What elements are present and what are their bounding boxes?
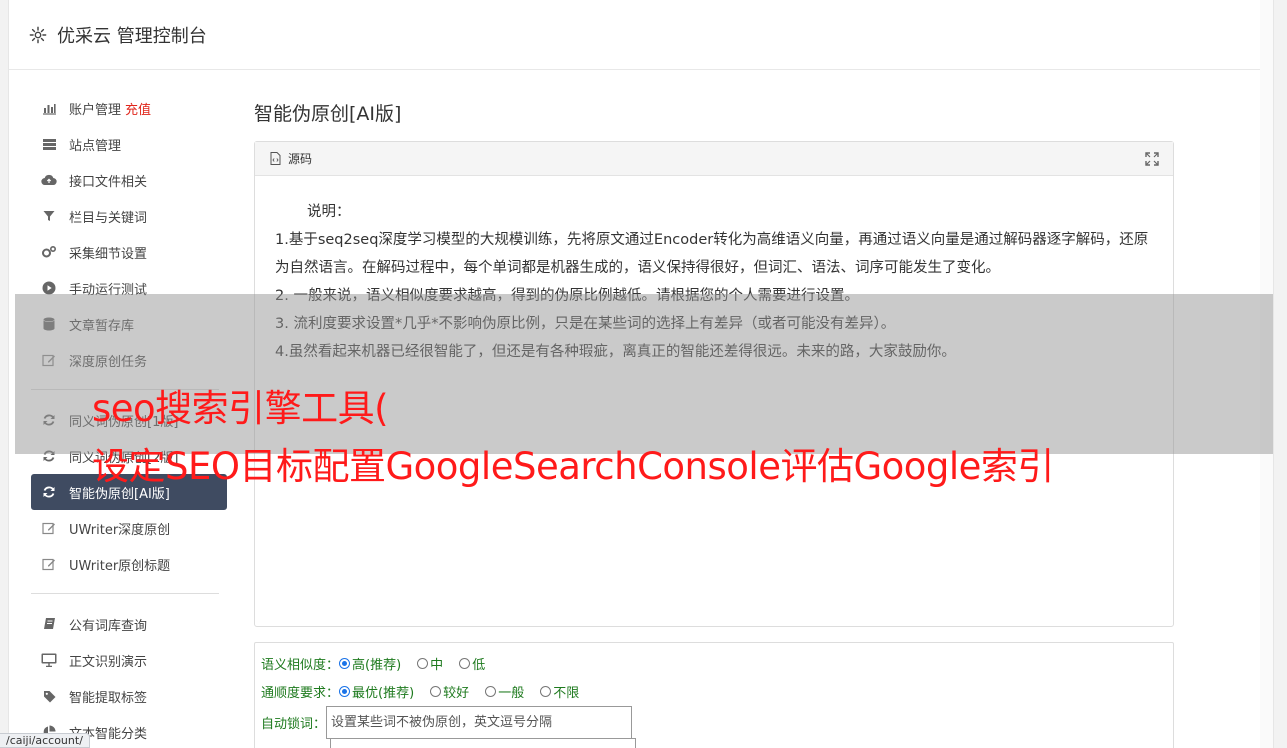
panel-title: 源码: [288, 152, 313, 166]
radio-label: 一般: [498, 685, 525, 701]
edit-icon: [41, 520, 57, 536]
sidebar-item-label: 公有词库查询: [69, 618, 148, 634]
radio-dot: [339, 685, 351, 697]
similarity-row: 语义相似度： 高(推荐) 中 低: [261, 649, 1167, 677]
headline-line-2: 设定SEO目标配置GoogleSearchConsole评估Google索引: [92, 445, 1054, 488]
radio-dot: [459, 657, 471, 669]
radio-label: 不限: [553, 685, 580, 701]
file-code-icon: [270, 152, 281, 165]
sidebar-item-label: 站点管理: [69, 138, 122, 154]
similarity-label: 语义相似度：: [261, 657, 340, 673]
fullscreen-icon[interactable]: [1145, 151, 1159, 166]
radio-dot: [540, 685, 552, 697]
fluency-best-radio[interactable]: 最优(推荐): [339, 682, 414, 701]
recharge-link[interactable]: 充值: [125, 99, 151, 118]
description-line-1: 1.基于seq2seq深度学习模型的大规模训练，先将原文通过Encoder转化为…: [275, 232, 1149, 276]
book-icon: [41, 616, 57, 632]
sidebar-item-columns-keywords[interactable]: 栏目与关键词: [31, 198, 227, 234]
bar-chart-icon: [41, 100, 57, 116]
sidebar-item-label: 正文识别演示: [69, 654, 148, 670]
panel-header: 源码: [255, 142, 1173, 176]
sidebar-item-collect-settings[interactable]: 采集细节设置: [31, 234, 227, 270]
tag-icon: [41, 688, 57, 704]
server-icon: [41, 136, 57, 152]
options-panel: 语义相似度： 高(推荐) 中 低 通顺度要求： 最优(推荐) 较好 一般 不限 …: [254, 642, 1174, 748]
sidebar-divider: [31, 593, 219, 594]
sidebar-item-text-recognition[interactable]: 正文识别演示: [31, 642, 227, 678]
sidebar-item-label: UWriter深度原创: [69, 522, 171, 538]
sidebar-item-label: UWriter原创标题: [69, 558, 171, 574]
refresh-icon: [41, 484, 57, 500]
similarity-high-radio[interactable]: 高(推荐): [339, 654, 401, 673]
sidebar-item-account[interactable]: 账户管理 充值: [31, 90, 227, 126]
lock-words-input[interactable]: [326, 705, 633, 739]
radio-label: 中: [430, 657, 444, 673]
radio-dot: [339, 657, 351, 669]
sidebar-item-uwriter-title[interactable]: UWriter原创标题: [31, 546, 227, 582]
radio-label: 最优(推荐): [352, 685, 415, 701]
cloud-upload-icon: [41, 172, 57, 188]
filter-icon: [41, 208, 57, 224]
cogs-icon: [41, 244, 57, 260]
similarity-mid-radio[interactable]: 中: [417, 654, 443, 673]
fluency-any-radio[interactable]: 不限: [540, 682, 579, 701]
radio-dot: [430, 685, 442, 697]
sidebar-item-label: 采集细节设置: [69, 246, 148, 262]
radio-label: 较好: [443, 685, 470, 701]
sidebar-item-sites[interactable]: 站点管理: [31, 126, 227, 162]
app-title: 优采云 管理控制台: [57, 25, 207, 47]
fluency-normal-radio[interactable]: 一般: [485, 682, 524, 701]
sidebar-item-label: 接口文件相关: [69, 174, 148, 190]
lock-words-label: 自动锁词：: [261, 716, 327, 732]
fluency-good-radio[interactable]: 较好: [430, 682, 469, 701]
sidebar-item-uwriter-deep[interactable]: UWriter深度原创: [31, 510, 227, 546]
lock-words-row: 自动锁词：: [261, 705, 1167, 739]
top-header: 优采云 管理控制台: [9, 0, 1273, 70]
sidebar-item-interface-files[interactable]: 接口文件相关: [31, 162, 227, 198]
sidebar-item-public-dictionary[interactable]: 公有词库查询: [31, 606, 227, 642]
text-input-area[interactable]: [330, 738, 636, 748]
radio-label: 低: [472, 657, 486, 673]
desktop-icon: [41, 652, 57, 668]
page-title: 智能伪原创[AI版]: [254, 103, 402, 125]
similarity-low-radio[interactable]: 低: [459, 654, 485, 673]
gear-icon: [29, 26, 47, 43]
radio-dot: [485, 685, 497, 697]
sidebar-item-label: 智能提取标签: [69, 690, 148, 706]
edit-icon: [41, 556, 57, 572]
fluency-label: 通顺度要求：: [261, 685, 340, 701]
sidebar-item-tag-extract[interactable]: 智能提取标签: [31, 678, 227, 714]
overlay-headline: seo搜索引擎工具( 设定SEO目标配置GoogleSearchConsole评…: [92, 380, 1272, 496]
description-heading: 说明：: [307, 204, 351, 220]
status-url: /caiji/account/: [0, 733, 90, 748]
radio-label: 高(推荐): [352, 657, 402, 673]
sidebar-item-label: 栏目与关键词: [69, 210, 148, 226]
headline-line-1: seo搜索引擎工具(: [92, 387, 389, 430]
sidebar-item-label: 账户管理: [69, 102, 122, 118]
fluency-row: 通顺度要求： 最优(推荐) 较好 一般 不限: [261, 677, 1167, 705]
radio-dot: [417, 657, 429, 669]
